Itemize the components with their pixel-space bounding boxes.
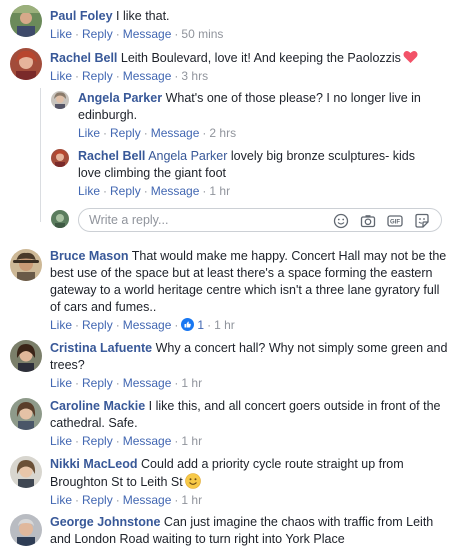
message-link[interactable]: Message <box>123 493 172 507</box>
timestamp[interactable]: 2 hrs <box>209 126 236 140</box>
like-link[interactable]: Like <box>78 184 100 198</box>
like-reaction-icon[interactable] <box>181 318 195 331</box>
reply-thread-line <box>40 88 41 222</box>
comment-author[interactable]: Nikki MacLeod <box>50 457 138 471</box>
timestamp[interactable]: 1 hr <box>181 434 202 448</box>
comment-author[interactable]: George Johnstone <box>50 515 160 529</box>
comment-author[interactable]: Bruce Mason <box>50 249 129 263</box>
reply-link[interactable]: Reply <box>82 376 113 390</box>
reply-link[interactable]: Reply <box>110 126 141 140</box>
comment-text: That would make me happy. Concert Hall m… <box>131 249 447 263</box>
message-link[interactable]: Message <box>151 184 200 198</box>
avatar <box>51 210 69 228</box>
message-link[interactable]: Message <box>123 27 172 41</box>
avatar[interactable] <box>10 5 42 37</box>
heart-icon <box>403 50 418 64</box>
comment-author[interactable]: Rachel Bell <box>78 149 145 163</box>
message-link[interactable]: Message <box>123 376 172 390</box>
message-link[interactable]: Message <box>123 434 172 448</box>
comment-text: Broughton St to Leith St <box>50 475 183 489</box>
timestamp[interactable]: 1 hr <box>181 376 202 390</box>
timestamp[interactable]: 1 hr <box>181 493 202 507</box>
comment-text: of cars and fumes.. <box>50 300 157 314</box>
reply-link[interactable]: Reply <box>82 318 113 332</box>
comment-author[interactable]: Angela Parker <box>78 91 162 105</box>
smile-emoji-icon <box>184 473 201 489</box>
like-link[interactable]: Like <box>50 69 72 83</box>
comment-text: love climbing the giant foot <box>78 166 227 180</box>
comment-text: I like that. <box>116 9 170 23</box>
message-link[interactable]: Message <box>123 69 172 83</box>
message-link[interactable]: Message <box>123 318 172 332</box>
like-link[interactable]: Like <box>50 376 72 390</box>
comment-text: Could add a priority cycle route straigh… <box>141 457 404 471</box>
reply-link[interactable]: Reply <box>82 434 113 448</box>
avatar[interactable] <box>51 91 69 109</box>
comment-text: I like this, and all concert goers outsi… <box>148 399 441 413</box>
comment-author[interactable]: Paul Foley <box>50 9 113 23</box>
comment-text: trees? <box>50 358 85 372</box>
like-link[interactable]: Like <box>50 493 72 507</box>
comment-text: Can just imagine the chaos with traffic … <box>163 515 434 529</box>
like-link[interactable]: Like <box>50 434 72 448</box>
timestamp[interactable]: 3 hrs <box>181 69 208 83</box>
reply-link[interactable]: Reply <box>82 69 113 83</box>
reply-link[interactable]: Reply <box>82 493 113 507</box>
like-link[interactable]: Like <box>78 126 100 140</box>
svg-text:GIF: GIF <box>390 220 400 226</box>
timestamp[interactable]: 1 hr <box>209 184 230 198</box>
comment-text: Why a concert hall? Why not simply some … <box>155 341 448 355</box>
comment-text: Leith Boulevard, love it! And keeping th… <box>120 51 401 65</box>
avatar[interactable] <box>51 149 69 167</box>
comment-author[interactable]: Rachel Bell <box>50 51 117 65</box>
sticker-icon[interactable] <box>414 213 430 229</box>
comment-text: edinburgh. <box>78 108 138 122</box>
gif-icon[interactable]: GIF <box>387 213 403 229</box>
like-link[interactable]: Like <box>50 318 72 332</box>
avatar[interactable] <box>10 456 42 488</box>
reply-box[interactable]: GIF <box>78 208 442 232</box>
reply-link[interactable]: Reply <box>110 184 141 198</box>
reply-link[interactable]: Reply <box>82 27 113 41</box>
avatar[interactable] <box>10 340 42 372</box>
comment-text: best use of the space but at least there… <box>50 266 433 280</box>
avatar[interactable] <box>10 48 42 80</box>
like-link[interactable]: Like <box>50 27 72 41</box>
reply-input[interactable] <box>89 212 319 228</box>
message-link[interactable]: Message <box>151 126 200 140</box>
comment-text: and London Road waiting to turn right in… <box>50 532 345 546</box>
timestamp[interactable]: 50 mins <box>181 27 223 41</box>
avatar[interactable] <box>10 514 42 546</box>
comment-text: cathedral. Safe. <box>50 416 138 430</box>
avatar[interactable] <box>10 398 42 430</box>
camera-icon[interactable] <box>360 213 376 229</box>
comment-author[interactable]: Cristina Lafuente <box>50 341 152 355</box>
mention-tag[interactable]: Angela Parker <box>148 149 227 163</box>
comment-author[interactable]: Caroline Mackie <box>50 399 145 413</box>
comment-text: lovely big bronze sculptures- kids <box>230 149 416 163</box>
comment-text: What's one of those please? I no longer … <box>165 91 421 105</box>
avatar[interactable] <box>10 249 42 281</box>
comment-text: gateway to a world heritage centre which… <box>50 283 440 297</box>
emoji-icon[interactable] <box>333 213 349 229</box>
timestamp[interactable]: 1 hr <box>214 318 235 332</box>
